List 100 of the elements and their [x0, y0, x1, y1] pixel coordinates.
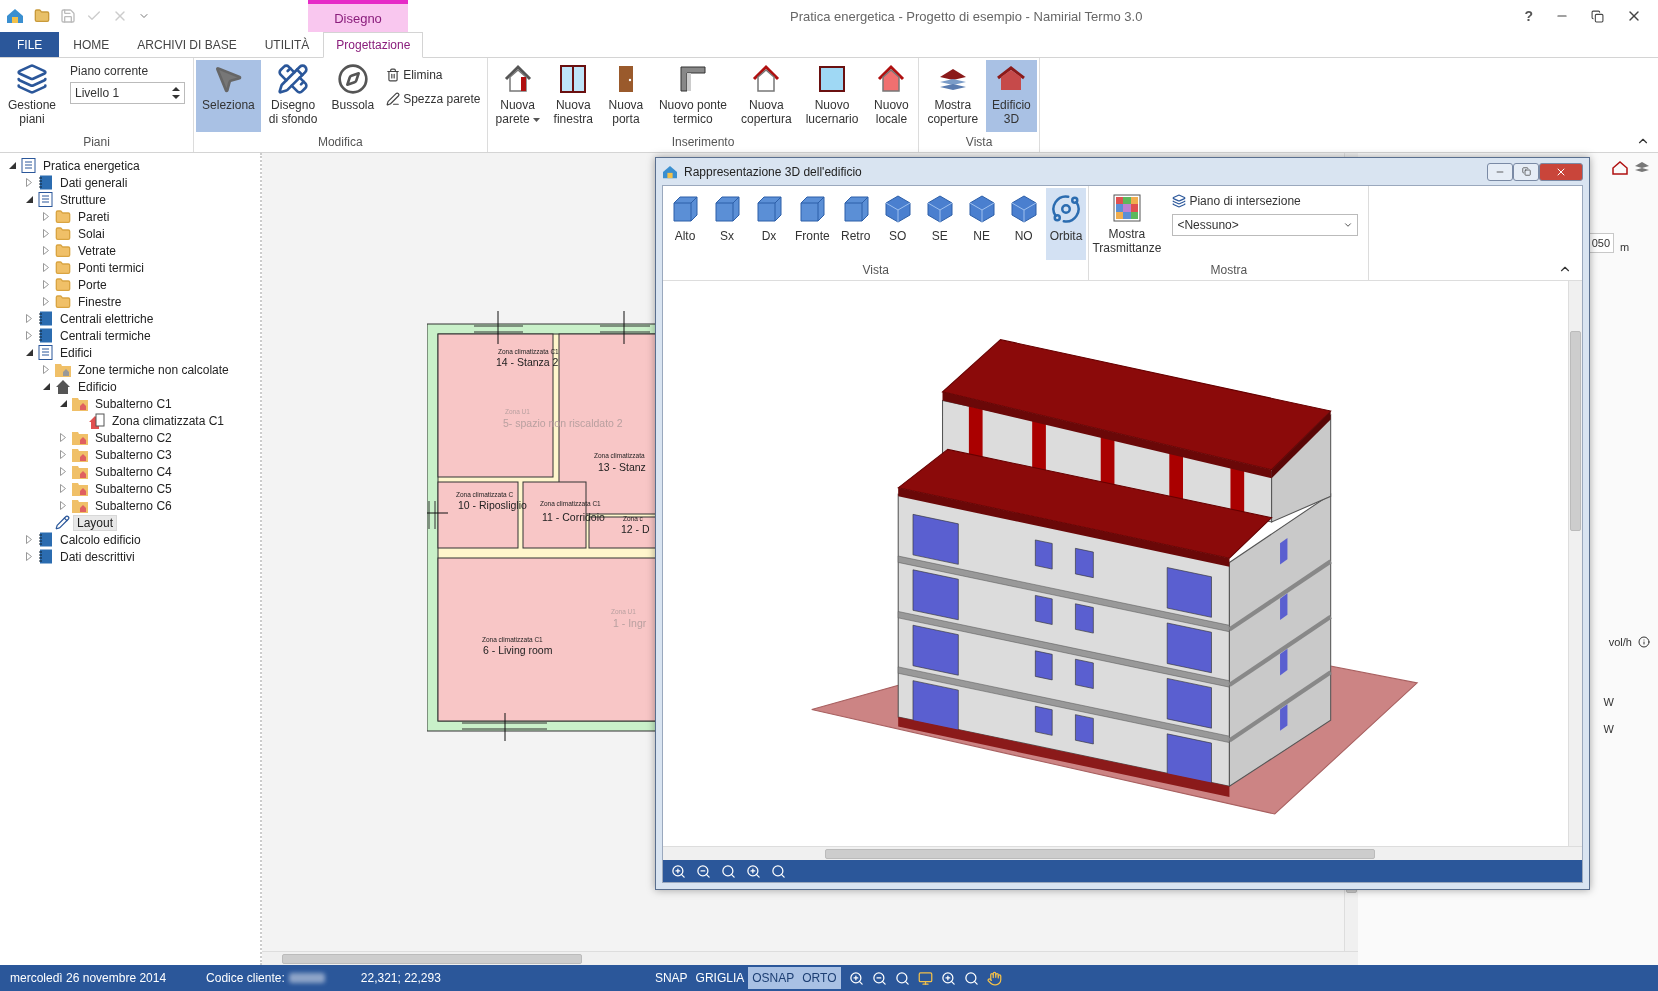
collapsed-arrow-icon[interactable] [60, 484, 66, 493]
ribbon-tab[interactable]: Progettazione [323, 32, 424, 58]
ribbon-button[interactable]: Nuova porta [600, 60, 651, 132]
view-button[interactable]: NE [961, 188, 1002, 260]
view-button[interactable]: SE [919, 188, 960, 260]
tree-item[interactable]: Subalterno C1 [91, 395, 176, 412]
tree-item[interactable]: Zona climatizzata C1 [108, 412, 229, 429]
tree-item[interactable]: Vetrate [74, 242, 121, 259]
tree-item[interactable]: Subalterno C4 [91, 463, 176, 480]
tree-item[interactable]: Finestre [74, 293, 126, 310]
collapsed-arrow-icon[interactable] [26, 178, 32, 187]
ribbon-small-button[interactable]: Elimina [386, 68, 481, 82]
tree-item[interactable]: Pratica energetica [39, 157, 144, 174]
zoom-out-icon[interactable] [871, 970, 887, 986]
ribbon-small-button[interactable]: Spezza parete [386, 92, 481, 106]
zoom-in-icon[interactable] [671, 863, 686, 879]
tree-item[interactable]: Strutture [56, 191, 111, 208]
horizontal-scrollbar[interactable] [262, 951, 1358, 965]
ribbon-button[interactable]: Mostra Trasmittanze [1091, 188, 1163, 260]
collapsed-arrow-icon[interactable] [43, 365, 49, 374]
ribbon-tab[interactable]: FILE [0, 32, 60, 57]
ribbon-button[interactable]: Disegno di sfondo [262, 60, 324, 132]
expanded-arrow-icon[interactable] [42, 383, 50, 390]
collapsed-arrow-icon[interactable] [26, 331, 32, 340]
tree-item[interactable]: Layout [73, 514, 118, 531]
tree-item[interactable]: Edificio [74, 378, 121, 395]
tree-item[interactable]: Subalterno C2 [91, 429, 176, 446]
expanded-arrow-icon[interactable] [8, 162, 16, 169]
collapsed-arrow-icon[interactable] [26, 314, 32, 323]
tree-item[interactable]: Subalterno C5 [91, 480, 176, 497]
tree-item[interactable]: Dati generali [56, 174, 132, 191]
search-icon[interactable] [894, 970, 910, 986]
ribbon-button[interactable]: Nuovo locale [866, 60, 917, 132]
ribbon-button[interactable]: Seleziona [196, 60, 261, 132]
search-icon[interactable] [721, 863, 736, 879]
tree-item[interactable]: Zone termiche non calcolate [74, 361, 233, 378]
expanded-arrow-icon[interactable] [25, 349, 33, 356]
plane-select[interactable]: <Nessuno> [1172, 214, 1359, 236]
view-button[interactable]: Dx [749, 188, 789, 260]
tree-item[interactable]: Solai [74, 225, 109, 242]
expanded-arrow-icon[interactable] [25, 196, 33, 203]
zoom-in-icon[interactable] [848, 970, 864, 986]
ribbon-button[interactable]: Bussola [325, 60, 381, 132]
view-button[interactable]: Orbita [1045, 188, 1087, 260]
collapsed-arrow-icon[interactable] [60, 433, 66, 442]
status-toggle[interactable]: ORTO [798, 967, 841, 989]
ribbon-button[interactable]: Nuova copertura [735, 60, 798, 132]
view-button[interactable]: Fronte [791, 188, 834, 260]
collapsed-arrow-icon[interactable] [43, 246, 49, 255]
zoom-in-icon[interactable] [746, 863, 761, 879]
view-button[interactable]: Sx [707, 188, 747, 260]
ribbon-button[interactable]: Nuova finestra [547, 60, 599, 132]
restore-icon[interactable] [1591, 9, 1604, 23]
close-button[interactable] [1539, 162, 1583, 181]
help-button[interactable]: ? [1524, 8, 1533, 24]
monitor-icon[interactable] [917, 970, 933, 986]
collapsed-arrow-icon[interactable] [60, 501, 66, 510]
collapsed-arrow-icon[interactable] [43, 297, 49, 306]
collapsed-arrow-icon[interactable] [60, 467, 66, 476]
view-button[interactable]: NO [1003, 188, 1044, 260]
tree-item[interactable]: Subalterno C3 [91, 446, 176, 463]
collapsed-arrow-icon[interactable] [43, 212, 49, 221]
tree-item[interactable]: Centrali termiche [56, 327, 155, 344]
collapsed-arrow-icon[interactable] [26, 552, 32, 561]
minimize-button[interactable] [1487, 162, 1513, 181]
ribbon-button[interactable]: Gestione piani [2, 60, 63, 132]
view-button[interactable]: Alto [665, 188, 705, 260]
ribbon-button[interactable]: Nuovo lucernario [799, 60, 865, 132]
collapsed-arrow-icon[interactable] [26, 535, 32, 544]
zoom-in-icon[interactable] [940, 970, 956, 986]
search-icon[interactable] [771, 863, 786, 879]
zoom-out-icon[interactable] [696, 863, 711, 879]
tree-item[interactable]: Centrali elettriche [56, 310, 158, 327]
collapsed-arrow-icon[interactable] [43, 229, 49, 238]
ribbon-tab[interactable]: UTILITÀ [250, 32, 324, 57]
status-toggle[interactable]: GRIGLIA [691, 967, 749, 989]
horizontal-scrollbar[interactable] [663, 846, 1582, 860]
level-spinner[interactable]: Livello 1 [70, 82, 186, 104]
tree-item[interactable]: Edifici [56, 344, 96, 361]
ribbon-button[interactable]: Nuovo ponte termico [652, 60, 733, 132]
vertical-scrollbar[interactable] [1568, 281, 1582, 846]
ribbon-tab[interactable]: ARCHIVI DI BASE [123, 32, 251, 57]
maximize-button[interactable] [1513, 162, 1539, 181]
tree-item[interactable]: Subalterno C6 [91, 497, 176, 514]
status-toggle[interactable]: OSNAP [748, 967, 799, 989]
tree-item[interactable]: Ponti termici [74, 259, 149, 276]
ribbon-tab[interactable]: HOME [59, 32, 124, 57]
ribbon-button[interactable]: Edificio 3D [986, 60, 1037, 132]
search-icon[interactable] [963, 970, 979, 986]
expanded-arrow-icon[interactable] [59, 400, 67, 407]
collapsed-arrow-icon[interactable] [43, 263, 49, 272]
tree-item[interactable]: Calcolo edificio [56, 531, 145, 548]
collapsed-arrow-icon[interactable] [43, 280, 49, 289]
view-button[interactable]: SO [877, 188, 918, 260]
ribbon-button[interactable]: Mostra coperture [921, 60, 985, 132]
view-button[interactable]: Retro [835, 188, 876, 260]
tree-item[interactable]: Pareti [74, 208, 114, 225]
hand-icon[interactable] [986, 970, 1002, 986]
tree-item[interactable]: Porte [74, 276, 111, 293]
ribbon-button[interactable]: Nuova parete [489, 60, 546, 132]
